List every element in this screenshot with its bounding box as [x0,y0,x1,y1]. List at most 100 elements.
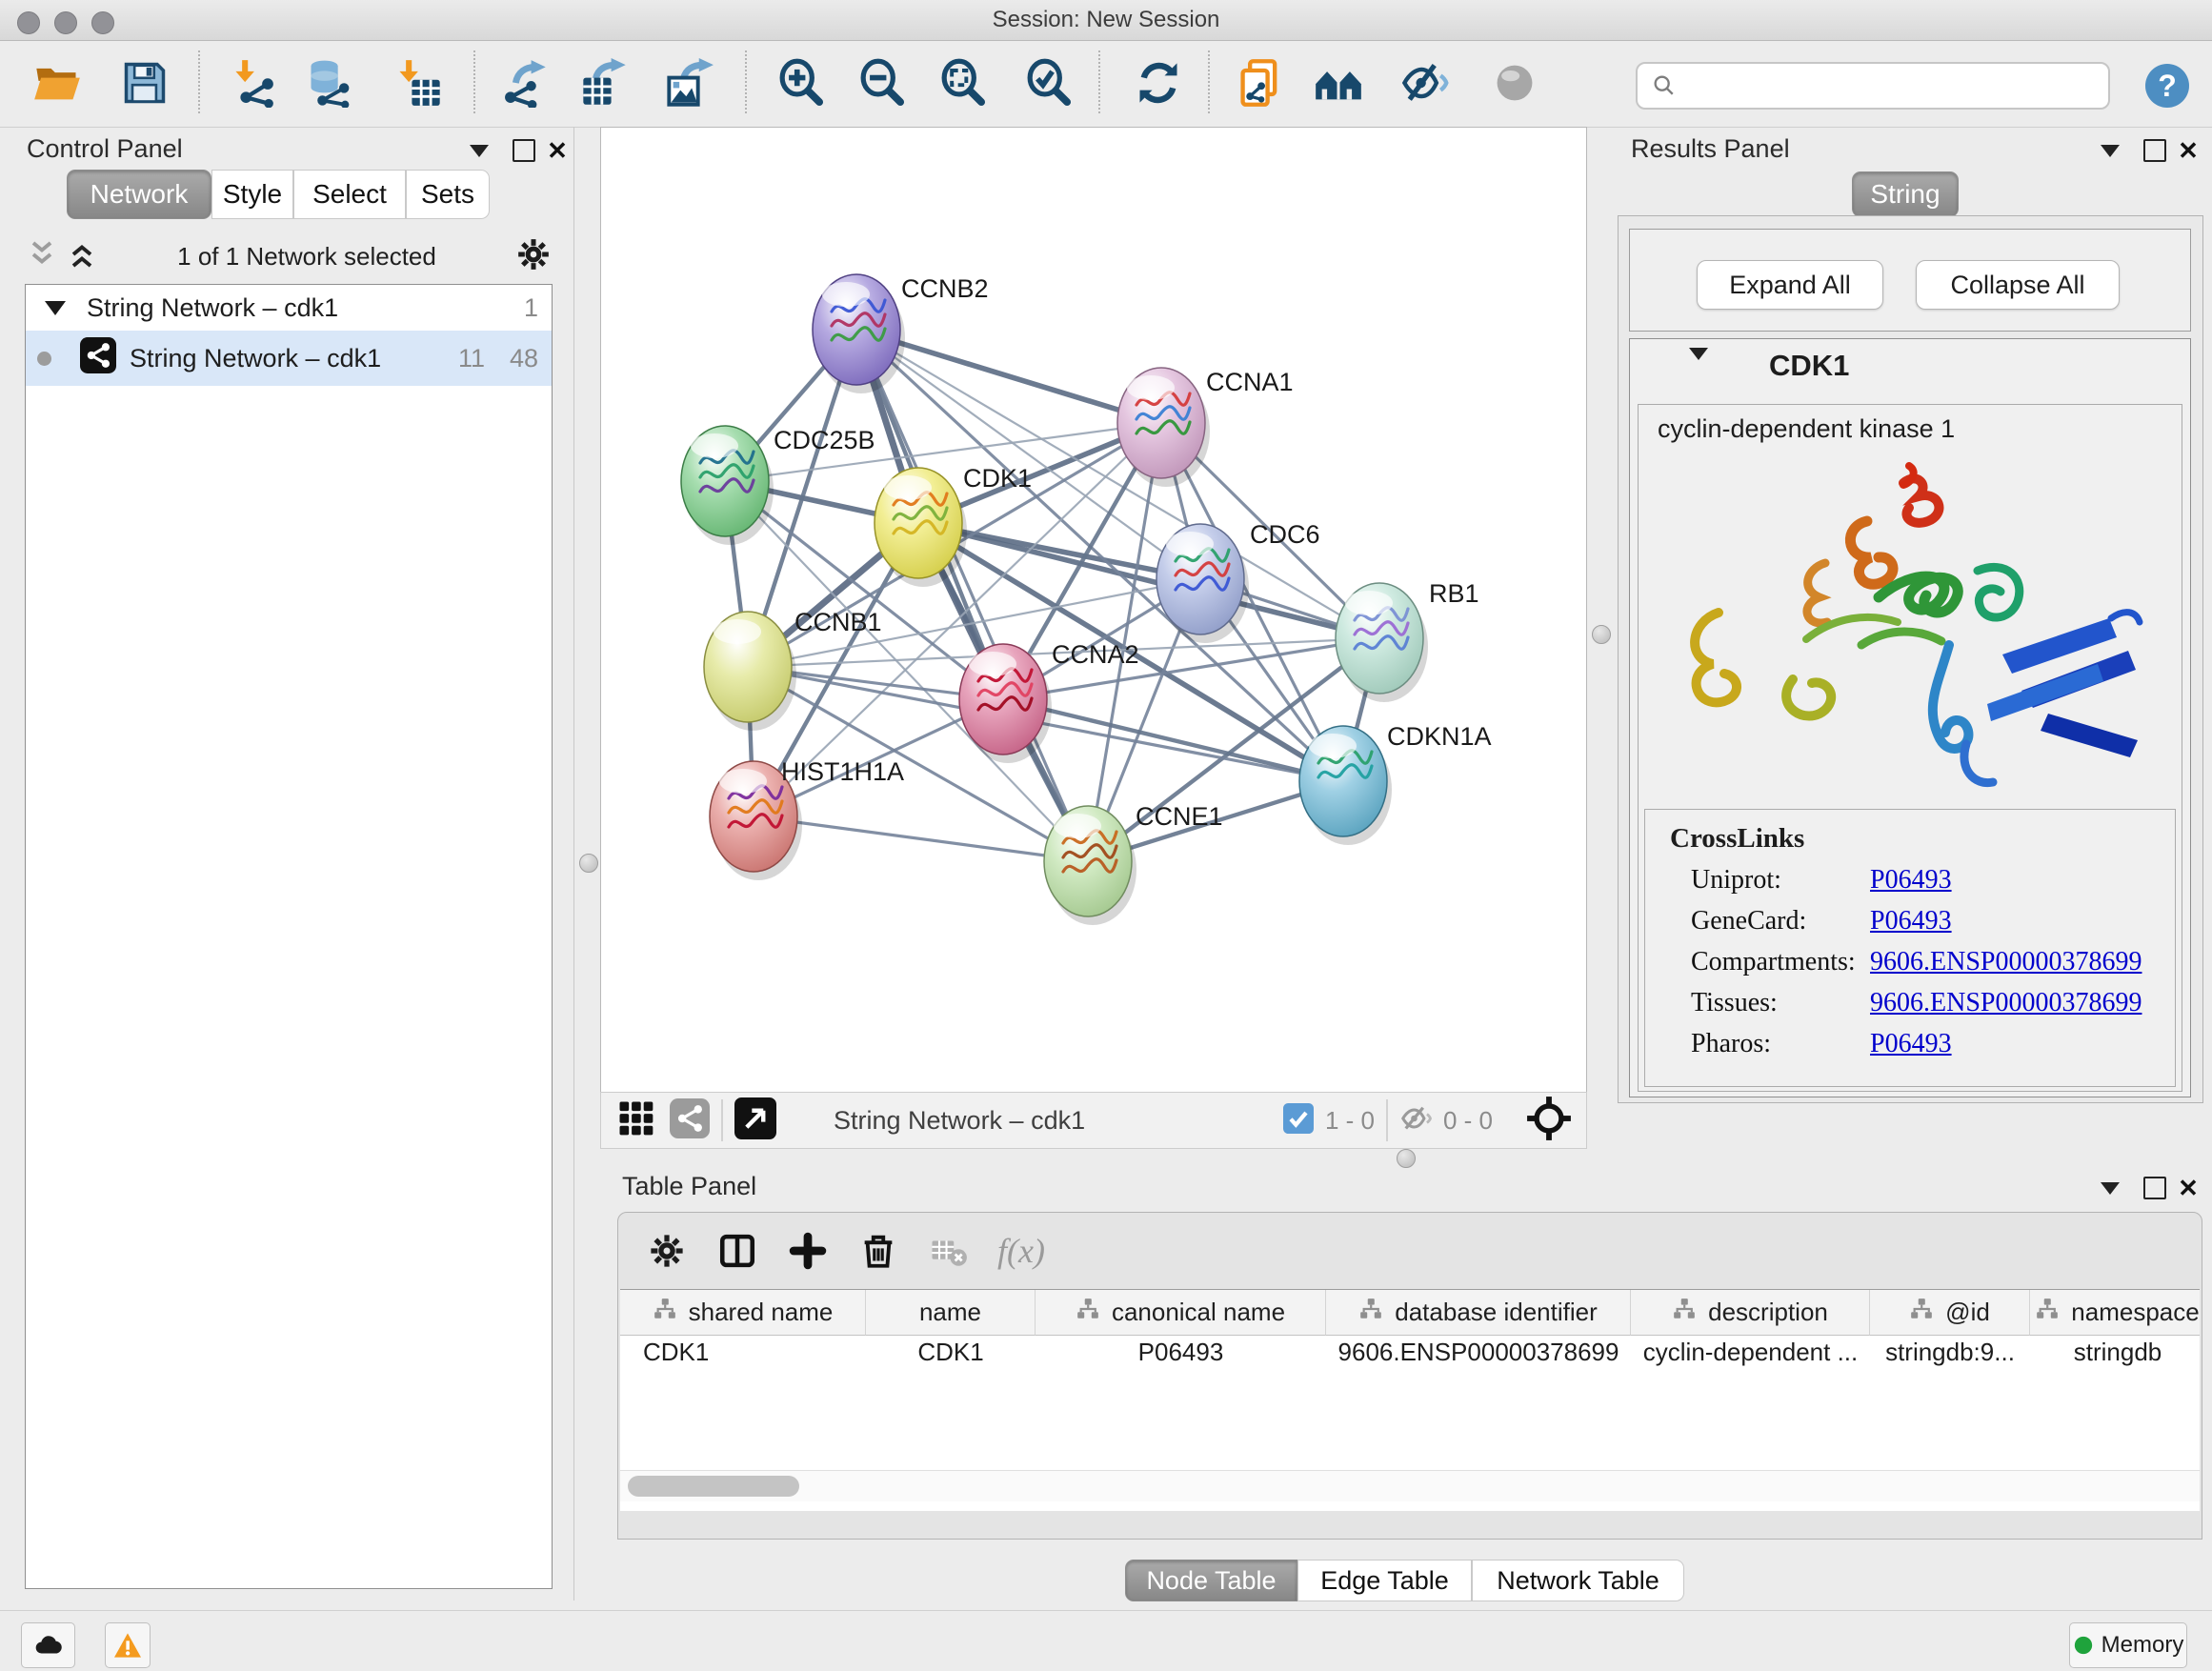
crosslink-link[interactable]: P06493 [1870,1029,1952,1059]
warning-status-icon[interactable] [105,1622,151,1668]
network-node-ccnb2[interactable] [813,274,905,393]
search-input[interactable] [1678,71,2081,100]
crosslink-link[interactable]: 9606.ENSP00000378699 [1870,947,2142,977]
scrollbar-thumb[interactable] [628,1476,799,1497]
crosslink-link[interactable]: 9606.ENSP00000378699 [1870,988,2142,1018]
tab-network-table[interactable]: Network Table [1472,1560,1684,1601]
search-icon [1651,72,1678,99]
zoom-selected-icon[interactable] [1021,47,1075,119]
control-panel-close-icon[interactable]: ✕ [543,136,572,165]
network-canvas[interactable]: CCNB2CCNA1CDC25BCDK1CDC6RB1CCNB1CCNA2CDK… [600,127,1587,1093]
table-panel-close-icon[interactable]: ✕ [2174,1174,2202,1202]
tab-network[interactable]: Network [67,170,211,219]
hide-selected-icon[interactable] [1398,47,1452,119]
export-table-icon[interactable] [577,47,631,119]
results-panel-close-icon[interactable]: ✕ [2174,136,2202,165]
export-image-icon[interactable] [663,47,716,119]
zoom-fit-icon[interactable] [935,47,989,119]
crosslink-link[interactable]: P06493 [1870,906,1952,936]
table-settings-gear-icon[interactable] [632,1224,702,1278]
network-node-ccna2[interactable] [959,644,1052,763]
table-cell[interactable]: CDK1 [866,1336,1036,1368]
expand-all-button[interactable]: Expand All [1697,260,1883,310]
zoom-in-icon[interactable] [774,47,827,119]
tab-node-table[interactable]: Node Table [1125,1560,1297,1601]
network-edge[interactable] [754,816,1088,861]
show-all-icon[interactable] [1488,47,1541,119]
open-session-icon[interactable] [30,47,84,119]
tab-string[interactable]: String [1852,171,1959,217]
tree-expander-icon[interactable] [45,301,66,315]
results-panel-float-icon[interactable] [2141,136,2169,165]
column-header-@id[interactable]: @id [1870,1290,2030,1336]
export-network-icon[interactable] [497,47,551,119]
crosshair-icon[interactable] [1525,1095,1573,1147]
import-network-database-icon[interactable] [303,47,356,119]
expand-all-networks-icon[interactable] [65,237,99,276]
home-icon[interactable] [1312,47,1365,119]
delete-column-trash-icon[interactable] [843,1224,914,1278]
control-panel-menu-icon[interactable] [465,136,493,165]
import-network-file-icon[interactable] [229,47,282,119]
network-node-cdc6[interactable] [1156,524,1249,643]
current-network-dot-icon [37,352,51,366]
cloud-status-icon[interactable] [21,1622,75,1668]
table-cell[interactable]: P06493 [1036,1336,1326,1368]
search-field[interactable] [1636,62,2110,110]
network-node-ccna1[interactable] [1117,368,1210,487]
import-table-file-icon[interactable] [392,47,446,119]
column-header-canonical-name[interactable]: canonical name [1036,1290,1326,1336]
table-cell[interactable]: 9606.ENSP00000378699 [1326,1336,1631,1368]
network-collection-row[interactable]: String Network – cdk1 1 [26,285,552,331]
table-cell[interactable]: stringdb:9... [1870,1336,2030,1368]
hidden-node-edge-count: 0 - 0 [1443,1106,1493,1136]
node-label: HIST1H1A [781,757,904,786]
grid-view-icon[interactable] [616,1098,656,1143]
network-node-rb1[interactable] [1336,583,1428,702]
table-panel-menu-icon[interactable] [2096,1174,2124,1202]
tab-sets[interactable]: Sets [406,170,490,219]
node-label: CCNE1 [1136,802,1223,831]
show-columns-icon[interactable] [702,1224,773,1278]
network-node-ccne1[interactable] [1044,806,1136,925]
column-header-database-identifier[interactable]: database identifier [1326,1290,1631,1336]
tab-edge-table[interactable]: Edge Table [1297,1560,1472,1601]
results-panel-menu-icon[interactable] [2096,136,2124,165]
network-node-ccnb1[interactable] [704,612,796,731]
network-node-cdk1[interactable] [875,468,967,587]
column-header-description[interactable]: description [1631,1290,1870,1336]
function-builder-icon[interactable]: f(x) [997,1231,1045,1271]
table-cell[interactable]: stringdb [2030,1336,2200,1368]
crosslink-link[interactable]: P06493 [1870,865,1952,896]
collapse-all-button[interactable]: Collapse All [1916,260,2120,310]
refresh-icon[interactable] [1132,47,1185,119]
tab-style[interactable]: Style [211,170,293,219]
column-header-name[interactable]: name [866,1290,1036,1336]
collapse-all-networks-icon[interactable] [25,237,59,276]
left-splitter-handle[interactable] [579,854,598,873]
network-list-options-gear-icon[interactable] [514,235,553,278]
network-view-icon[interactable] [670,1098,710,1143]
hidden-eye-icon[interactable] [1399,1101,1434,1140]
table-panel-float-icon[interactable] [2141,1174,2169,1202]
column-header-namespace[interactable]: namespace [2030,1290,2200,1336]
save-session-icon[interactable] [118,47,171,119]
add-column-icon[interactable] [773,1224,843,1278]
network-node-cdkn1a[interactable] [1299,726,1392,845]
memory-button[interactable]: Memory [2069,1622,2187,1668]
help-button[interactable]: ? [2145,64,2189,108]
right-splitter-handle[interactable] [1592,625,1611,644]
network-row-selected[interactable]: String Network – cdk1 11 48 [26,331,552,386]
column-header-shared-name[interactable]: shared name [620,1290,866,1336]
delete-table-icon[interactable] [914,1224,984,1278]
zoom-out-icon[interactable] [855,47,908,119]
table-cell[interactable]: cyclin-dependent ... [1631,1336,1870,1368]
table-horizontal-scrollbar[interactable] [620,1470,2200,1501]
birdseye-view-icon[interactable] [734,1097,776,1144]
tab-select[interactable]: Select [293,170,406,219]
table-cell[interactable]: CDK1 [620,1336,866,1368]
clone-network-icon[interactable] [1234,47,1287,119]
protein-collapse-icon[interactable] [1689,360,1708,377]
control-panel-float-icon[interactable] [510,136,538,165]
selected-checkbox-icon[interactable] [1283,1103,1314,1138]
